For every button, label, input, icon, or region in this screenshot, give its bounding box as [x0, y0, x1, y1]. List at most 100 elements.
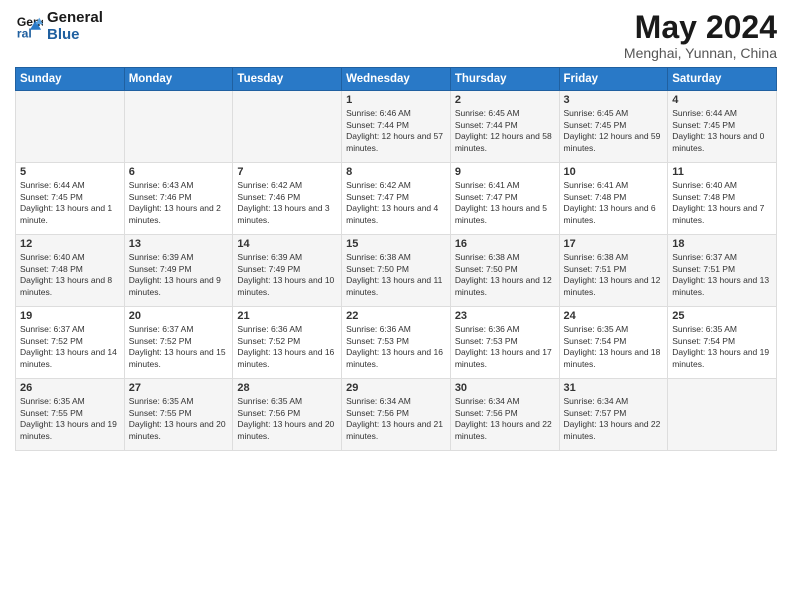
col-header-sunday: Sunday — [16, 68, 125, 91]
calendar-week-3: 12Sunrise: 6:40 AM Sunset: 7:48 PM Dayli… — [16, 235, 777, 307]
calendar-cell: 5 Sunrise: 6:44 AM Sunset: 7:45 PM Daylig… — [16, 163, 125, 235]
calendar-cell: 24 Sunrise: 6:35 AM Sunset: 7:54 PM Dayli… — [559, 307, 668, 379]
day-number: 21 — [237, 310, 337, 322]
day-info: Sunrise: 6:34 AM Sunset: 7:56 PM Dayligh… — [455, 396, 555, 442]
day-info: Sunrise: 6:34 AM Sunset: 7:56 PM Dayligh… — [346, 396, 446, 442]
day-number: 23 — [455, 310, 555, 322]
calendar-cell: 11Sunrise: 6:40 AM Sunset: 7:48 PM Dayli… — [668, 163, 777, 235]
calendar-cell: 2 Sunrise: 6:45 AM Sunset: 7:44 PM Daylig… — [450, 91, 559, 163]
calendar-cell: 26Sunrise: 6:35 AM Sunset: 7:55 PM Dayli… — [16, 379, 125, 451]
day-number: 6 — [129, 166, 229, 178]
day-number: 22 — [346, 310, 446, 322]
day-info: Sunrise: 6:42 AM Sunset: 7:47 PM Dayligh… — [346, 180, 446, 226]
col-header-wednesday: Wednesday — [342, 68, 451, 91]
day-info: Sunrise: 6:45 AM Sunset: 7:44 PM Dayligh… — [455, 108, 555, 154]
calendar-cell: 10 Sunrise: 6:41 AM Sunset: 7:48 PM Dayli… — [559, 163, 668, 235]
col-header-thursday: Thursday — [450, 68, 559, 91]
svg-text:ral: ral — [17, 26, 32, 40]
day-info: Sunrise: 6:42 AM Sunset: 7:46 PM Dayligh… — [237, 180, 337, 226]
calendar-cell — [233, 91, 342, 163]
day-number: 18 — [672, 238, 772, 250]
calendar-cell: 8 Sunrise: 6:42 AM Sunset: 7:47 PM Daylig… — [342, 163, 451, 235]
day-number: 19 — [20, 310, 120, 322]
day-info: Sunrise: 6:46 AM Sunset: 7:44 PM Dayligh… — [346, 108, 446, 154]
calendar-header-row: SundayMondayTuesdayWednesdayThursdayFrid… — [16, 68, 777, 91]
day-number: 5 — [20, 166, 120, 178]
day-number: 29 — [346, 382, 446, 394]
day-number: 2 — [455, 94, 555, 106]
day-info: Sunrise: 6:38 AM Sunset: 7:50 PM Dayligh… — [455, 252, 555, 298]
calendar-cell: 19 Sunrise: 6:37 AM Sunset: 7:52 PM Dayli… — [16, 307, 125, 379]
calendar-cell: 22 Sunrise: 6:36 AM Sunset: 7:53 PM Dayli… — [342, 307, 451, 379]
col-header-friday: Friday — [559, 68, 668, 91]
logo-icon: Gene ral — [15, 13, 43, 41]
calendar-cell: 13 Sunrise: 6:39 AM Sunset: 7:49 PM Dayli… — [124, 235, 233, 307]
day-info: Sunrise: 6:37 AM Sunset: 7:52 PM Dayligh… — [20, 324, 120, 370]
day-info: Sunrise: 6:39 AM Sunset: 7:49 PM Dayligh… — [237, 252, 337, 298]
day-info: Sunrise: 6:36 AM Sunset: 7:53 PM Dayligh… — [455, 324, 555, 370]
calendar-cell: 15Sunrise: 6:38 AM Sunset: 7:50 PM Dayli… — [342, 235, 451, 307]
title-block: May 2024 Menghai, Yunnan, China — [624, 10, 777, 61]
calendar-week-1: 1Sunrise: 6:46 AM Sunset: 7:44 PM Daylig… — [16, 91, 777, 163]
day-info: Sunrise: 6:37 AM Sunset: 7:51 PM Dayligh… — [672, 252, 772, 298]
logo: Gene ral General Blue — [15, 10, 103, 43]
day-number: 3 — [564, 94, 664, 106]
day-info: Sunrise: 6:44 AM Sunset: 7:45 PM Dayligh… — [672, 108, 772, 154]
calendar-cell: 9Sunrise: 6:41 AM Sunset: 7:47 PM Daylig… — [450, 163, 559, 235]
day-number: 13 — [129, 238, 229, 250]
day-number: 16 — [455, 238, 555, 250]
day-info: Sunrise: 6:40 AM Sunset: 7:48 PM Dayligh… — [20, 252, 120, 298]
day-info: Sunrise: 6:35 AM Sunset: 7:55 PM Dayligh… — [129, 396, 229, 442]
calendar-cell: 29 Sunrise: 6:34 AM Sunset: 7:56 PM Dayli… — [342, 379, 451, 451]
calendar-cell — [16, 91, 125, 163]
day-info: Sunrise: 6:35 AM Sunset: 7:54 PM Dayligh… — [672, 324, 772, 370]
day-info: Sunrise: 6:35 AM Sunset: 7:56 PM Dayligh… — [237, 396, 337, 442]
calendar-cell: 27 Sunrise: 6:35 AM Sunset: 7:55 PM Dayli… — [124, 379, 233, 451]
calendar-cell: 18 Sunrise: 6:37 AM Sunset: 7:51 PM Dayli… — [668, 235, 777, 307]
page: Gene ral General Blue May 2024 Menghai, … — [0, 0, 792, 612]
subtitle: Menghai, Yunnan, China — [624, 45, 777, 61]
calendar-cell: 3 Sunrise: 6:45 AM Sunset: 7:45 PM Daylig… — [559, 91, 668, 163]
calendar-cell: 1Sunrise: 6:46 AM Sunset: 7:44 PM Daylig… — [342, 91, 451, 163]
calendar-week-2: 5 Sunrise: 6:44 AM Sunset: 7:45 PM Daylig… — [16, 163, 777, 235]
day-info: Sunrise: 6:43 AM Sunset: 7:46 PM Dayligh… — [129, 180, 229, 226]
calendar-cell: 30Sunrise: 6:34 AM Sunset: 7:56 PM Dayli… — [450, 379, 559, 451]
day-info: Sunrise: 6:39 AM Sunset: 7:49 PM Dayligh… — [129, 252, 229, 298]
day-info: Sunrise: 6:36 AM Sunset: 7:52 PM Dayligh… — [237, 324, 337, 370]
day-number: 26 — [20, 382, 120, 394]
col-header-saturday: Saturday — [668, 68, 777, 91]
day-number: 9 — [455, 166, 555, 178]
day-info: Sunrise: 6:34 AM Sunset: 7:57 PM Dayligh… — [564, 396, 664, 442]
header: Gene ral General Blue May 2024 Menghai, … — [15, 10, 777, 61]
day-info: Sunrise: 6:38 AM Sunset: 7:51 PM Dayligh… — [564, 252, 664, 298]
day-number: 27 — [129, 382, 229, 394]
day-number: 4 — [672, 94, 772, 106]
day-info: Sunrise: 6:45 AM Sunset: 7:45 PM Dayligh… — [564, 108, 664, 154]
day-number: 24 — [564, 310, 664, 322]
day-number: 17 — [564, 238, 664, 250]
day-info: Sunrise: 6:41 AM Sunset: 7:48 PM Dayligh… — [564, 180, 664, 226]
day-info: Sunrise: 6:44 AM Sunset: 7:45 PM Dayligh… — [20, 180, 120, 226]
day-number: 8 — [346, 166, 446, 178]
day-info: Sunrise: 6:36 AM Sunset: 7:53 PM Dayligh… — [346, 324, 446, 370]
day-info: Sunrise: 6:40 AM Sunset: 7:48 PM Dayligh… — [672, 180, 772, 226]
day-number: 20 — [129, 310, 229, 322]
day-number: 10 — [564, 166, 664, 178]
day-info: Sunrise: 6:35 AM Sunset: 7:54 PM Dayligh… — [564, 324, 664, 370]
calendar-cell: 25 Sunrise: 6:35 AM Sunset: 7:54 PM Dayli… — [668, 307, 777, 379]
calendar-cell: 6 Sunrise: 6:43 AM Sunset: 7:46 PM Daylig… — [124, 163, 233, 235]
calendar-cell: 17 Sunrise: 6:38 AM Sunset: 7:51 PM Dayli… — [559, 235, 668, 307]
calendar-cell: 28Sunrise: 6:35 AM Sunset: 7:56 PM Dayli… — [233, 379, 342, 451]
day-number: 25 — [672, 310, 772, 322]
calendar-cell — [124, 91, 233, 163]
calendar-cell: 14 Sunrise: 6:39 AM Sunset: 7:49 PM Dayli… — [233, 235, 342, 307]
calendar-cell: 7 Sunrise: 6:42 AM Sunset: 7:46 PM Daylig… — [233, 163, 342, 235]
day-number: 14 — [237, 238, 337, 250]
calendar-cell: 4 Sunrise: 6:44 AM Sunset: 7:45 PM Daylig… — [668, 91, 777, 163]
calendar-week-4: 19 Sunrise: 6:37 AM Sunset: 7:52 PM Dayli… — [16, 307, 777, 379]
col-header-tuesday: Tuesday — [233, 68, 342, 91]
day-number: 31 — [564, 382, 664, 394]
day-number: 7 — [237, 166, 337, 178]
calendar-cell: 12Sunrise: 6:40 AM Sunset: 7:48 PM Dayli… — [16, 235, 125, 307]
day-info: Sunrise: 6:37 AM Sunset: 7:52 PM Dayligh… — [129, 324, 229, 370]
